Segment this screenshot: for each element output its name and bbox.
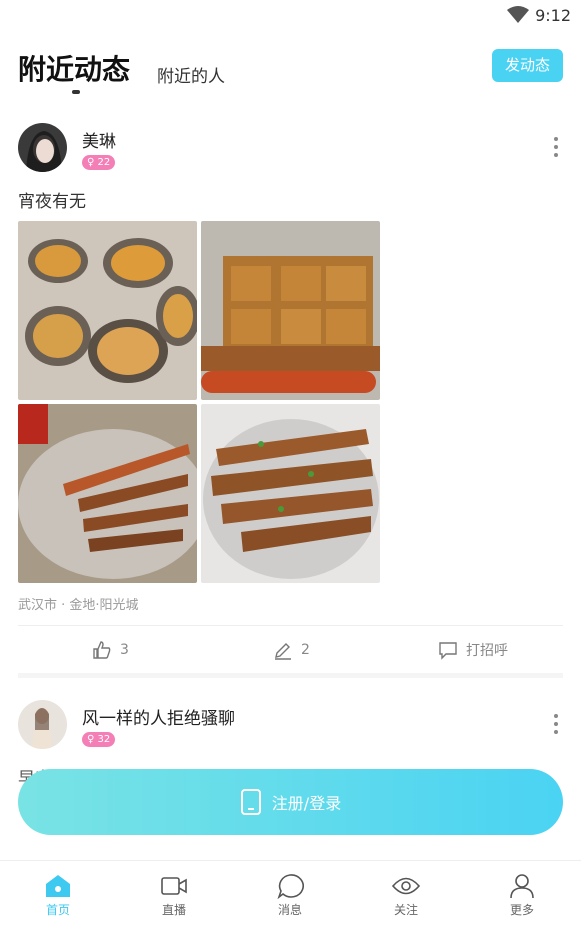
status-bar: 9:12: [0, 0, 581, 32]
comment-button[interactable]: 2: [273, 630, 310, 670]
pencil-icon: [275, 643, 291, 660]
post-text: 宵夜有无: [18, 192, 86, 212]
photo-grilled-tofu[interactable]: [201, 221, 380, 400]
photo-grilled-skewers-1[interactable]: [18, 404, 197, 583]
tab-nearby-people[interactable]: 附近的人: [157, 62, 225, 87]
wifi-icon: [507, 6, 529, 23]
more-options-icon[interactable]: [553, 714, 559, 738]
divider: [18, 625, 563, 626]
bottom-tab-bar: 首页 直播 消息 关注 更多: [0, 860, 581, 930]
tabbar-item-messages[interactable]: 消息: [250, 873, 330, 918]
message-square-icon: [439, 642, 457, 660]
avatar[interactable]: [18, 700, 67, 749]
female-icon: ♀: [87, 734, 95, 745]
post-username[interactable]: 美琳: [82, 127, 116, 152]
tabbar-item-following[interactable]: 关注: [366, 873, 446, 918]
photo-grid: [18, 221, 380, 583]
person-icon: [510, 874, 534, 899]
phone-icon: [240, 789, 261, 815]
home-icon: [46, 875, 70, 897]
status-time: 9:12: [535, 6, 571, 25]
greet-button[interactable]: 打招呼: [438, 630, 508, 670]
post-username[interactable]: 风一样的人拒绝骚聊: [82, 704, 235, 729]
comment-count: 2: [301, 642, 310, 658]
post-card: 美琳 ♀ 22 宵夜有无 武汉市 · 金地·阳光城 3 2 打招呼: [0, 105, 581, 680]
post-moment-button[interactable]: 发动态: [492, 49, 563, 82]
female-icon: ♀: [87, 157, 95, 168]
active-tab-indicator: [72, 90, 80, 94]
photo-grilled-skewers-2[interactable]: [201, 404, 380, 583]
thumbs-up-icon: [93, 641, 111, 659]
post-actions: 3 2 打招呼: [0, 630, 581, 670]
tabbar-item-home[interactable]: 首页: [18, 873, 98, 918]
photo-grilled-oysters[interactable]: [18, 221, 197, 400]
feed[interactable]: 美琳 ♀ 22 宵夜有无 武汉市 · 金地·阳光城 3 2 打招呼 风一样的人拒…: [0, 105, 581, 830]
tab-nearby-moments[interactable]: 附近动态: [18, 48, 130, 88]
gender-age-badge: ♀ 32: [82, 732, 116, 747]
header: 附近动态 附近的人 发动态: [0, 40, 581, 100]
eye-icon: [392, 877, 420, 895]
tabbar-item-live[interactable]: 直播: [134, 873, 214, 918]
like-button[interactable]: 3: [92, 630, 129, 670]
gender-age-badge: ♀ 22: [82, 155, 116, 170]
post-location: 武汉市 · 金地·阳光城: [18, 598, 139, 613]
register-login-button[interactable]: 注册/登录: [18, 769, 563, 835]
section-separator: [18, 673, 563, 678]
greet-label: 打招呼: [466, 643, 508, 659]
chat-bubble-icon: [277, 874, 304, 899]
more-options-icon[interactable]: [553, 137, 559, 161]
like-count: 3: [120, 642, 129, 658]
video-camera-icon: [161, 877, 187, 895]
tabbar-item-more[interactable]: 更多: [482, 873, 562, 918]
avatar[interactable]: [18, 123, 67, 172]
register-login-label: 注册/登录: [271, 794, 342, 813]
